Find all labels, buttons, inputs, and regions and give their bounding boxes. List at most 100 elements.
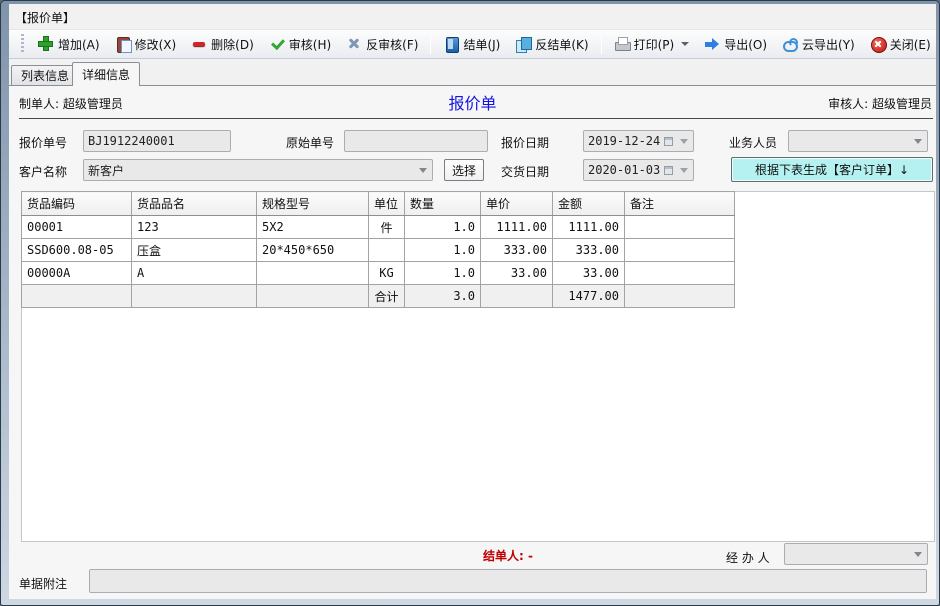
tab-list-info[interactable]: 列表信息 [11, 65, 79, 85]
cell[interactable]: 33.00 [553, 262, 625, 285]
edit-button[interactable]: 修改(X) [112, 32, 180, 56]
cell[interactable] [369, 239, 405, 262]
grid-panel: 货品编码 货品品名 规格型号 单位 数量 单价 金额 备注 00001 123 … [21, 191, 935, 542]
cell[interactable]: 件 [369, 216, 405, 239]
export-button[interactable]: 导出(O) [701, 32, 770, 56]
cloud-export-icon [782, 36, 798, 52]
cell[interactable] [257, 262, 369, 285]
cell[interactable]: 1.0 [405, 239, 481, 262]
cell[interactable]: 1111.00 [553, 216, 625, 239]
original-no-field[interactable] [344, 130, 488, 152]
cell[interactable]: 123 [132, 216, 257, 239]
col-header-remark[interactable]: 备注 [625, 192, 735, 216]
cell[interactable]: A [132, 262, 257, 285]
cell [132, 285, 257, 308]
select-button-label: 选择 [452, 162, 476, 179]
cell[interactable]: 00001 [22, 216, 132, 239]
unapprove-icon [346, 36, 362, 52]
cell[interactable]: KG [369, 262, 405, 285]
table-row[interactable]: 00001 123 5X2 件 1.0 1111.00 1111.00 [22, 216, 735, 239]
generate-order-label: 根据下表生成【客户订单】↓ [755, 161, 909, 178]
window-client: 【报价单】 增加(A) 修改(X) 删除(D) 审核(H) 反审核(F) 结单(… [9, 4, 936, 599]
cell [481, 285, 553, 308]
cell[interactable]: 333.00 [553, 239, 625, 262]
col-header-unit-price[interactable]: 单价 [481, 192, 553, 216]
select-customer-button[interactable]: 选择 [444, 159, 484, 181]
export-icon [704, 36, 720, 52]
chevron-down-icon[interactable] [419, 168, 427, 173]
quote-no-field[interactable]: BJ1912240001 [83, 130, 231, 152]
reopen-bill-button[interactable]: 反结单(K) [512, 32, 591, 56]
delete-button[interactable]: 删除(D) [188, 32, 257, 56]
title-bar: 【报价单】 [9, 4, 936, 29]
col-header-item-code[interactable]: 货品编码 [22, 192, 132, 216]
cell[interactable] [625, 262, 735, 285]
print-dropdown-caret-icon[interactable] [681, 42, 689, 46]
cell[interactable]: SSD600.08-05 [22, 239, 132, 262]
col-header-qty[interactable]: 数量 [405, 192, 481, 216]
operator-label: 经 办 人 [726, 549, 770, 566]
close-window-button[interactable]: 关闭(E) [867, 32, 934, 56]
unapprove-button[interactable]: 反审核(F) [343, 32, 421, 56]
table-row[interactable]: 00000A A KG 1.0 33.00 33.00 [22, 262, 735, 285]
cell[interactable]: 20*450*650 [257, 239, 369, 262]
window-frame: 【报价单】 增加(A) 修改(X) 删除(D) 审核(H) 反审核(F) 结单(… [0, 0, 940, 606]
toolbar: 增加(A) 修改(X) 删除(D) 审核(H) 反审核(F) 结单(J) 反结单… [9, 29, 936, 59]
toolbar-grip[interactable] [21, 34, 24, 54]
chevron-down-icon[interactable] [680, 139, 688, 144]
cell[interactable]: 5X2 [257, 216, 369, 239]
cell[interactable]: 333.00 [481, 239, 553, 262]
approve-button[interactable]: 审核(H) [266, 32, 334, 56]
chevron-down-icon[interactable] [914, 139, 922, 144]
add-label: 增加(A) [58, 36, 100, 53]
add-button[interactable]: 增加(A) [35, 32, 103, 56]
tab-strip: 列表信息 详细信息 [9, 60, 936, 85]
salesperson-combo[interactable] [788, 130, 928, 152]
cell[interactable]: 1.0 [405, 262, 481, 285]
delivery-date-label: 交货日期 [501, 163, 549, 180]
toolbar-separator [601, 34, 602, 54]
delivery-date-field[interactable]: 2020-01-03 [583, 159, 694, 181]
col-header-amount[interactable]: 金额 [553, 192, 625, 216]
cell[interactable]: 00000A [22, 262, 132, 285]
settler-text: 结单人: - [483, 547, 533, 564]
window-title: 【报价单】 [15, 9, 75, 26]
tab-detail-info[interactable]: 详细信息 [72, 62, 140, 86]
cell[interactable] [625, 239, 735, 262]
col-header-spec[interactable]: 规格型号 [257, 192, 369, 216]
print-icon [614, 36, 630, 52]
cell[interactable]: 33.00 [481, 262, 553, 285]
close-label: 关闭(E) [890, 36, 931, 53]
operator-combo[interactable] [784, 543, 928, 565]
cell[interactable]: 1111.00 [481, 216, 553, 239]
table-row[interactable]: SSD600.08-05 压盒 20*450*650 1.0 333.00 33… [22, 239, 735, 262]
close-bill-button[interactable]: 结单(J) [440, 32, 503, 56]
generate-order-button[interactable]: 根据下表生成【客户订单】↓ [731, 157, 933, 182]
cloud-export-button[interactable]: 云导出(Y) [779, 32, 858, 56]
document-title: 报价单 [9, 90, 936, 114]
chevron-down-icon[interactable] [914, 552, 922, 557]
cell[interactable]: 1.0 [405, 216, 481, 239]
chevron-down-icon[interactable] [680, 168, 688, 173]
quote-date-label: 报价日期 [501, 134, 549, 151]
add-icon [38, 36, 54, 52]
table-total-row: 合计 3.0 1477.00 [22, 285, 735, 308]
unapprove-label: 反审核(F) [366, 36, 418, 53]
approve-icon [269, 36, 285, 52]
cell[interactable] [625, 216, 735, 239]
approve-label: 审核(H) [289, 36, 331, 53]
calendar-icon [664, 137, 673, 146]
col-header-item-name[interactable]: 货品品名 [132, 192, 257, 216]
header-rule [19, 118, 933, 119]
cell[interactable]: 压盒 [132, 239, 257, 262]
table-header-row: 货品编码 货品品名 规格型号 单位 数量 单价 金额 备注 [22, 192, 735, 216]
quote-no-value: BJ1912240001 [88, 134, 175, 148]
col-header-unit[interactable]: 单位 [369, 192, 405, 216]
original-no-label: 原始单号 [286, 134, 334, 151]
notes-field[interactable] [89, 569, 927, 593]
total-amount: 1477.00 [553, 285, 625, 308]
quote-date-field[interactable]: 2019-12-24 [583, 130, 694, 152]
calendar-icon [664, 166, 673, 175]
customer-combo[interactable]: 新客户 [83, 159, 433, 181]
print-button[interactable]: 打印(P) [611, 32, 693, 56]
